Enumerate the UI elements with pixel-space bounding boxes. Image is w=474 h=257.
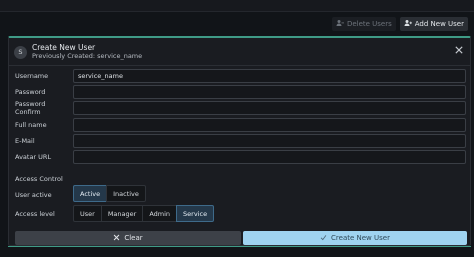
username-row: Username xyxy=(15,69,466,83)
password-confirm-label: Password Confirm xyxy=(15,100,46,116)
email-input[interactable] xyxy=(73,134,466,148)
active-option[interactable]: Active xyxy=(73,185,108,202)
panel-accent-line xyxy=(8,246,471,247)
email-row: E-Mail xyxy=(15,134,466,148)
password-confirm-input[interactable] xyxy=(73,101,466,115)
avatar-url-label: Avatar URL xyxy=(15,153,52,161)
avatar: S xyxy=(14,45,27,59)
username-input[interactable] xyxy=(73,69,466,83)
access-level-toggle: User Manager Admin Service xyxy=(73,205,215,222)
check-icon xyxy=(320,234,327,243)
clear-label: Clear xyxy=(124,234,143,242)
create-user-panel: S Create New User Previously Created: se… xyxy=(8,36,471,246)
user-active-label: User active xyxy=(15,191,52,199)
x-icon xyxy=(113,234,120,243)
toolbar: Delete Users Add New User xyxy=(331,17,468,31)
manager-option[interactable]: Manager xyxy=(100,205,144,222)
close-icon[interactable] xyxy=(455,46,463,54)
panel-subtitle: Previously Created: service_name xyxy=(32,52,143,60)
top-strip xyxy=(0,0,474,12)
password-confirm-row: Password Confirm xyxy=(15,100,466,116)
delete-users-button[interactable]: Delete Users xyxy=(331,17,396,31)
avatar-url-input[interactable] xyxy=(73,150,466,164)
user-option[interactable]: User xyxy=(73,205,102,222)
panel-title: Create New User xyxy=(32,43,96,52)
username-label: Username xyxy=(15,72,49,80)
delete-users-label: Delete Users xyxy=(346,20,392,28)
user-minus-icon xyxy=(336,19,344,29)
full-name-input[interactable] xyxy=(73,118,466,132)
email-label: E-Mail xyxy=(15,137,35,145)
create-new-user-label: Create New User xyxy=(331,234,390,242)
full-name-label: Full name xyxy=(15,121,47,129)
user-active-toggle: Active Inactive xyxy=(73,185,146,202)
full-name-row: Full name xyxy=(15,118,466,132)
password-label: Password xyxy=(15,88,46,96)
access-control-heading: Access Control xyxy=(15,175,63,183)
add-new-user-label: Add New User xyxy=(414,20,464,28)
service-option[interactable]: Service xyxy=(176,205,215,222)
clear-button[interactable]: Clear xyxy=(15,231,241,245)
access-level-label: Access level xyxy=(15,210,55,218)
panel-header: S Create New User Previously Created: se… xyxy=(14,43,142,61)
admin-option[interactable]: Admin xyxy=(142,205,178,222)
create-new-user-button[interactable]: Create New User xyxy=(243,231,467,245)
header-divider xyxy=(9,65,470,66)
password-input[interactable] xyxy=(73,85,466,99)
inactive-option[interactable]: Inactive xyxy=(106,185,146,202)
avatar-url-row: Avatar URL xyxy=(15,150,466,164)
add-new-user-button[interactable]: Add New User xyxy=(399,17,468,31)
password-row: Password xyxy=(15,85,466,99)
user-plus-icon xyxy=(404,19,412,29)
